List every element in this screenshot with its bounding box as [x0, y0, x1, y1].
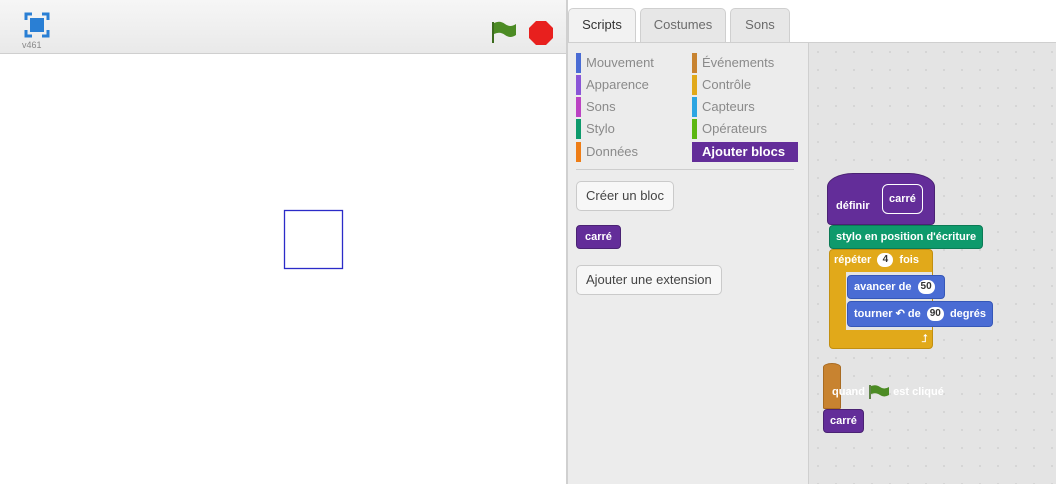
scripts-area[interactable]: définir carré stylo en position d'écritu… — [808, 42, 1056, 484]
category-pen[interactable]: Stylo — [576, 119, 686, 139]
stop-icon[interactable] — [528, 20, 554, 46]
tab-sounds[interactable]: Sons — [730, 8, 790, 42]
rotate-left-icon: ↶ — [895, 308, 905, 320]
pen-square-drawing — [283, 209, 344, 270]
category-operators[interactable]: Opérateurs — [692, 119, 802, 139]
stage-header: v461 — [0, 0, 566, 54]
category-sensing[interactable]: Capteurs — [692, 97, 802, 117]
green-flag-icon[interactable] — [490, 20, 518, 44]
turn-degrees-input[interactable]: 90 — [926, 307, 944, 322]
category-color-swatch — [576, 119, 581, 139]
repeat-label: répéter — [834, 253, 872, 266]
green-flag-icon — [868, 385, 893, 399]
pen-down-block[interactable]: stylo en position d'écriture — [829, 225, 984, 249]
category-sound[interactable]: Sons — [576, 97, 686, 117]
add-extension-button[interactable]: Ajouter une extension — [576, 265, 722, 295]
move-steps-input[interactable]: 50 — [917, 280, 935, 295]
category-color-swatch — [576, 142, 581, 162]
category-color-swatch — [576, 75, 581, 95]
loop-arrow-icon: ⮥ — [921, 333, 929, 345]
move-steps-block[interactable]: avancer de 50 — [847, 275, 945, 299]
category-label: Stylo — [586, 121, 615, 136]
tab-costumes[interactable]: Costumes — [640, 8, 726, 42]
category-color-swatch — [692, 75, 697, 95]
category-label: Sons — [586, 99, 616, 114]
category-color-swatch — [692, 142, 697, 162]
call-carre-block[interactable]: carré — [823, 409, 864, 433]
category-color-swatch — [692, 97, 697, 117]
move-label: avancer de — [854, 281, 912, 293]
repeat-suffix: fois — [899, 253, 919, 266]
category-label: Données — [586, 144, 639, 159]
category-more-blocks[interactable]: Ajouter blocs — [692, 142, 798, 162]
category-data[interactable]: Données — [576, 142, 686, 162]
clicked-label: est cliqué — [893, 385, 944, 398]
tab-scripts[interactable]: Scripts — [568, 8, 636, 44]
repeat-label-row: répéter 4 fois — [834, 253, 919, 267]
category-label: Événements — [702, 55, 775, 70]
turn-unit-label: degrés — [949, 308, 987, 320]
define-label: définir — [836, 200, 870, 212]
category-color-swatch — [692, 119, 697, 139]
category-label: Contrôle — [702, 77, 752, 92]
version-label: v461 — [22, 40, 42, 50]
turn-of-label: de — [907, 308, 921, 320]
custom-block-carre[interactable]: carré — [576, 225, 621, 249]
category-looks[interactable]: Apparence — [576, 75, 686, 95]
define-block[interactable]: définir carré — [827, 173, 935, 225]
repeat-block[interactable]: répéter 4 fois ⮥ — [829, 249, 933, 349]
turn-label: tourner — [854, 308, 893, 320]
category-label: Ajouter blocs — [702, 144, 786, 159]
editor-tab-bar: Scripts Costumes Sons — [568, 0, 1056, 44]
block-palette: Mouvement Apparence Sons Stylo Données É… — [568, 42, 808, 484]
category-motion[interactable]: Mouvement — [576, 53, 686, 73]
category-label: Capteurs — [702, 99, 755, 114]
category-color-swatch — [576, 53, 581, 73]
when-flag-row: quand est cliqué — [832, 384, 944, 400]
repeat-count-input[interactable]: 4 — [877, 253, 894, 267]
stage-canvas[interactable] — [0, 54, 566, 484]
category-color-swatch — [692, 53, 697, 73]
category-control[interactable]: Contrôle — [692, 75, 802, 95]
category-label: Apparence — [586, 77, 649, 92]
define-prototype[interactable]: carré — [882, 184, 923, 214]
category-color-swatch — [576, 97, 581, 117]
category-label: Mouvement — [586, 55, 654, 70]
category-events[interactable]: Événements — [692, 53, 802, 73]
when-label: quand — [832, 385, 865, 398]
category-label: Opérateurs — [702, 121, 768, 136]
turn-left-block[interactable]: tourner ↶ de 90 degrés — [847, 301, 994, 327]
category-divider — [576, 169, 794, 170]
make-block-button[interactable]: Créer un bloc — [576, 181, 675, 211]
when-flag-clicked-block[interactable]: quand est cliqué — [823, 363, 944, 409]
fullscreen-icon[interactable] — [24, 12, 50, 38]
